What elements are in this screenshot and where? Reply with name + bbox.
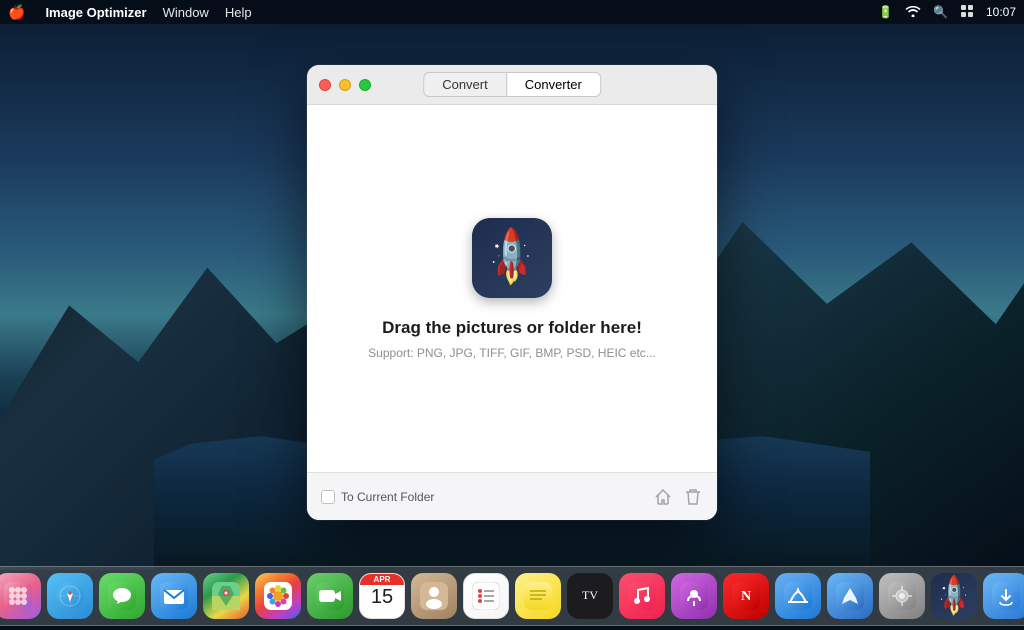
current-folder-checkbox-container[interactable]: To Current Folder — [321, 490, 434, 504]
menu-time: 10:07 — [986, 5, 1016, 19]
bottom-icons — [653, 487, 703, 507]
window-controls — [319, 79, 371, 91]
dock-item-podcasts[interactable] — [671, 573, 717, 619]
dock-item-mail[interactable] — [151, 573, 197, 619]
dock-item-system-preferences[interactable] — [879, 573, 925, 619]
dock-item-airdrop[interactable] — [983, 573, 1024, 619]
dock-item-facetime[interactable] — [307, 573, 353, 619]
app-icon: 🚀 — [472, 218, 552, 298]
dock-item-appletv[interactable]: TV — [567, 573, 613, 619]
dock: APR 15 — [0, 566, 1024, 626]
menu-bar: 🍎 Image Optimizer Window Help 🔋 🔍 10:07 — [0, 0, 1024, 24]
dock-item-maps[interactable] — [203, 573, 249, 619]
calendar-date: 15 — [371, 587, 393, 607]
apple-menu[interactable]: 🍎 — [8, 4, 25, 21]
menu-battery-icon: 🔋 — [878, 5, 893, 19]
menu-bar-right: 🔋 🔍 10:07 — [878, 4, 1016, 21]
bottom-bar: To Current Folder — [307, 472, 717, 520]
dock-item-news[interactable]: N — [723, 573, 769, 619]
dock-item-appstore[interactable] — [775, 573, 821, 619]
menu-search-icon[interactable]: 🔍 — [933, 5, 948, 19]
drag-subtitle: Support: PNG, JPG, TIFF, GIF, BMP, PSD, … — [368, 346, 656, 360]
menu-bar-left: 🍎 Image Optimizer Window Help — [8, 4, 252, 21]
dock-item-contacts[interactable] — [411, 573, 457, 619]
home-icon[interactable] — [653, 487, 673, 507]
dock-item-safari[interactable] — [47, 573, 93, 619]
svg-text:N: N — [741, 589, 751, 604]
trash-icon[interactable] — [683, 487, 703, 507]
window-minimize-button[interactable] — [339, 79, 351, 91]
app-icon-container: 🚀 — [472, 218, 552, 298]
window-close-button[interactable] — [319, 79, 331, 91]
dock-item-music[interactable] — [619, 573, 665, 619]
menu-window[interactable]: Window — [163, 5, 209, 20]
dock-item-launchpad[interactable] — [0, 573, 41, 619]
dock-item-testflight[interactable] — [827, 573, 873, 619]
title-bar: Convert Converter — [307, 65, 717, 105]
dock-item-messages[interactable] — [99, 573, 145, 619]
dock-item-calendar[interactable]: APR 15 — [359, 573, 405, 619]
menu-wifi-icon — [905, 5, 921, 20]
current-folder-checkbox[interactable] — [321, 490, 335, 504]
dock-item-reminders[interactable] — [463, 573, 509, 619]
drop-zone[interactable]: 🚀 Drag the pictures or folder here! Supp… — [307, 105, 717, 472]
menu-help[interactable]: Help — [225, 5, 252, 20]
menu-control-icon[interactable] — [960, 4, 974, 21]
dock-item-notes[interactable] — [515, 573, 561, 619]
app-window: Convert Converter 🚀 Drag the pictures or… — [307, 65, 717, 520]
drag-title: Drag the pictures or folder here! — [382, 318, 642, 338]
svg-text:TV: TV — [582, 588, 598, 602]
rocket-icon: 🚀 — [478, 223, 546, 291]
tab-convert[interactable]: Convert — [423, 72, 506, 97]
menu-app-name[interactable]: Image Optimizer — [45, 5, 146, 20]
window-maximize-button[interactable] — [359, 79, 371, 91]
calendar-month: APR — [360, 574, 404, 585]
tab-converter[interactable]: Converter — [506, 72, 601, 97]
tab-bar: Convert Converter — [423, 72, 601, 97]
dock-item-photos[interactable] — [255, 573, 301, 619]
dock-item-image-optimizer[interactable]: 🚀 — [931, 573, 977, 619]
current-folder-label: To Current Folder — [341, 490, 434, 504]
